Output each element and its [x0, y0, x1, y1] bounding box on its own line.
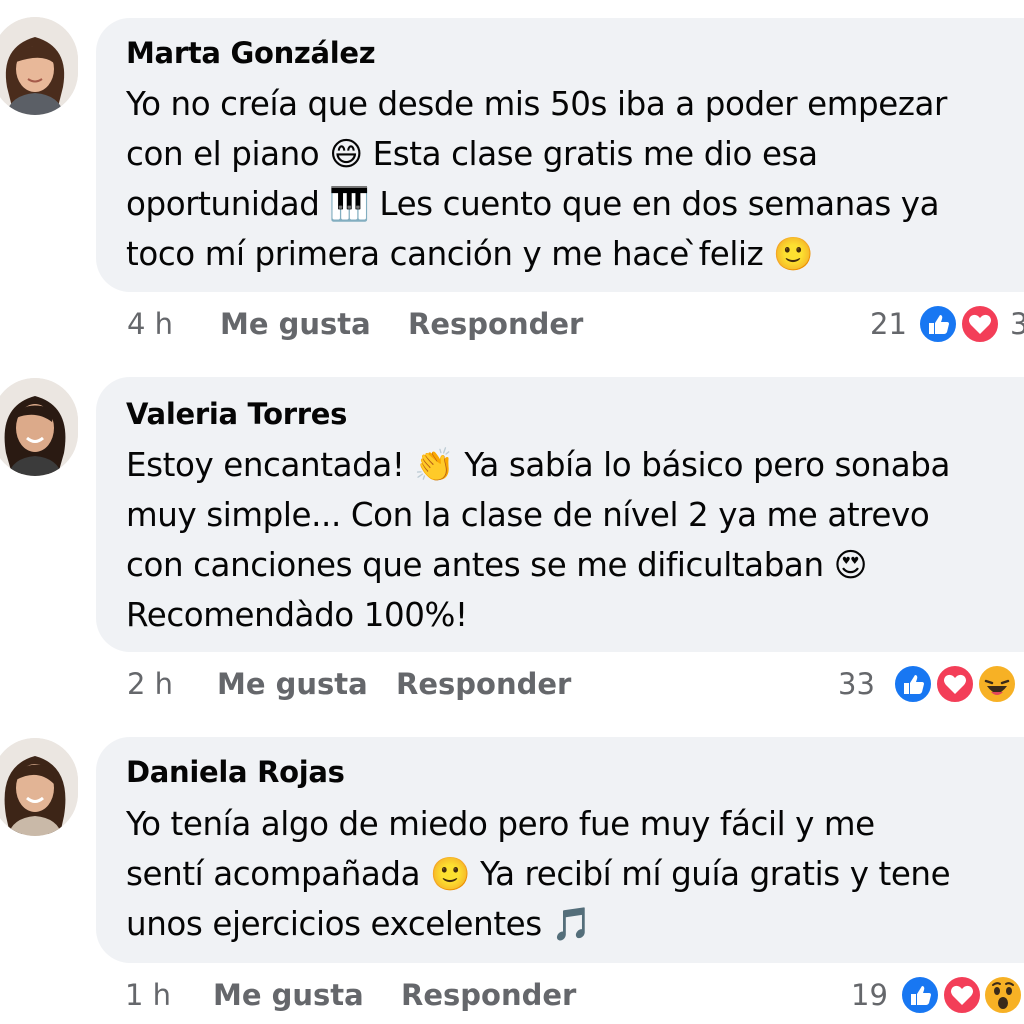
avatar[interactable]: [0, 17, 78, 115]
comment-actions: 4 h Me gusta Responder 21 3: [0, 302, 1024, 346]
comment-line: Yo tenía algo de miedo pero fue muy fáci…: [126, 805, 875, 843]
comment-actions: 1 h Me gusta Responder 19: [0, 973, 1024, 1017]
comment-line: toco mí primera canción y me hace ̀feliz…: [126, 235, 814, 273]
haha-icon[interactable]: [977, 664, 1017, 704]
like-icon[interactable]: [918, 304, 958, 344]
comment-text: Yo tenía algo de miedo pero fue muy fáci…: [126, 799, 1024, 949]
comment-line: oportunidad 🎹 Les cuento que en dos sema…: [126, 185, 940, 223]
love-icon[interactable]: [942, 975, 982, 1015]
comment-line: muy simple... Con la clase de nível 2 ya…: [126, 496, 930, 534]
comment-bubble: Valeria Torres Estoy encantada! 👏 Ya sab…: [96, 377, 1024, 652]
comment-timestamp[interactable]: 2 h: [127, 662, 173, 706]
avatar[interactable]: [0, 738, 78, 836]
comment-line: Recomendàdo 100%!: [126, 596, 468, 634]
like-icon[interactable]: [900, 975, 940, 1015]
comment-timestamp[interactable]: 1 h: [125, 973, 171, 1017]
comment-line: con canciones que antes se me dificultab…: [126, 546, 868, 584]
reaction-count[interactable]: 19: [851, 973, 888, 1017]
comment-line: Estoy encantada! 👏 Ya sabía lo básico pe…: [126, 446, 950, 484]
wow-icon[interactable]: [983, 975, 1023, 1015]
comment-author[interactable]: Daniela Rojas: [126, 755, 345, 789]
comment-line: unos ejercicios excelentes 🎵: [126, 905, 592, 943]
love-icon[interactable]: [960, 304, 1000, 344]
comment-line: sentí acompañada 🙂 Ya recibí mí guía gra…: [126, 855, 951, 893]
comment-bubble: Marta González Yo no creía que desde mis…: [96, 18, 1024, 292]
reply-button[interactable]: Responder: [401, 973, 576, 1017]
comment-bubble: Daniela Rojas Yo tenía algo de miedo per…: [96, 737, 1024, 963]
love-icon[interactable]: [935, 664, 975, 704]
avatar[interactable]: [0, 378, 78, 476]
comment-text: Estoy encantada! 👏 Ya sabía lo básico pe…: [126, 440, 1024, 640]
comment-line: con el piano 😄 Esta clase gratis me dio …: [126, 135, 818, 173]
reaction-count-extra: 3: [1010, 307, 1024, 341]
like-button[interactable]: Me gusta: [213, 973, 364, 1017]
like-icon[interactable]: [893, 664, 933, 704]
reply-button[interactable]: Responder: [408, 302, 583, 346]
comment-text: Yo no creía que desde mis 50s iba a pode…: [126, 79, 1024, 279]
comment-author[interactable]: Marta González: [126, 36, 376, 70]
comment-timestamp[interactable]: 4 h: [127, 302, 173, 346]
comment-line: Yo no creía que desde mis 50s iba a pode…: [126, 85, 947, 123]
like-button[interactable]: Me gusta: [217, 662, 368, 706]
reaction-count[interactable]: 33: [838, 662, 875, 706]
comment-actions: 2 h Me gusta Responder 33: [0, 662, 1024, 706]
reaction-count[interactable]: 21: [870, 302, 907, 346]
comment-author[interactable]: Valeria Torres: [126, 397, 347, 431]
reply-button[interactable]: Responder: [396, 662, 571, 706]
like-button[interactable]: Me gusta: [220, 302, 371, 346]
